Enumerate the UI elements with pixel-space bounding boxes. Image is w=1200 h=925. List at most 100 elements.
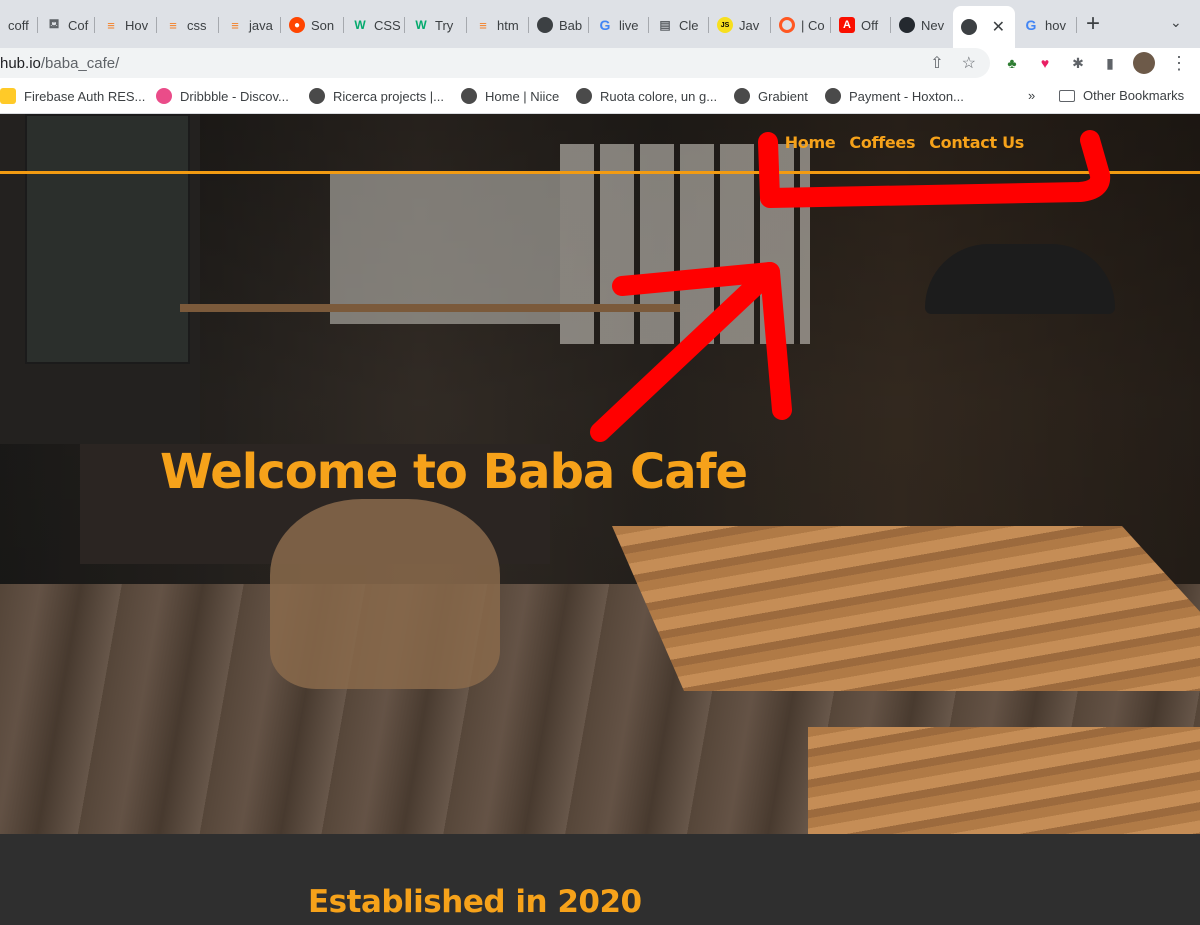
heart-extension-icon[interactable]: ♥ xyxy=(1034,52,1056,74)
bookmark-firebase[interactable]: Firebase Auth RES... xyxy=(0,88,145,104)
bookmark-label: Dribbble - Discov... xyxy=(180,88,289,104)
hand-icon xyxy=(0,88,16,104)
bookmark-grabient[interactable]: Grabient xyxy=(734,88,808,104)
bookmarks-overflow-button[interactable]: » xyxy=(1028,88,1035,103)
tab-nev[interactable]: Nev xyxy=(891,8,953,42)
tab-cof[interactable]: ⛾ Cof xyxy=(38,8,95,42)
url-field[interactable]: hub.io/baba_cafe/ ⇧ ☆ xyxy=(0,48,990,78)
tab-title: Bab xyxy=(559,17,583,33)
globe-icon xyxy=(309,88,325,104)
tab-coff[interactable]: coff xyxy=(0,8,38,42)
new-tab-icon[interactable]: + xyxy=(1086,12,1100,36)
js-icon: JS xyxy=(717,17,733,33)
bookmark-label: Home | Niice xyxy=(485,88,560,104)
menu-dots-icon[interactable]: ⋮ xyxy=(1168,52,1190,74)
tab-bab[interactable]: Bab xyxy=(529,8,589,42)
nav-contact-link[interactable]: Contact Us xyxy=(929,133,1024,152)
tab-java[interactable]: ≡ java xyxy=(219,8,281,42)
bookmark-label: Ruota colore, un g... xyxy=(600,88,718,104)
tab-title: Son xyxy=(311,17,335,33)
address-bar: hub.io/baba_cafe/ ⇧ ☆ ♣ ♥ ✱ ▮ ⋮ xyxy=(0,48,1200,78)
hero-title: Welcome to Baba Cafe xyxy=(160,444,748,500)
tab-title: coff xyxy=(8,17,29,33)
bookmark-label: Ricerca projects |... xyxy=(333,88,445,104)
bookmark-payment[interactable]: Payment - Hoxton... xyxy=(825,88,964,104)
adobe-icon: A xyxy=(839,17,855,33)
cup-icon: ⛾ xyxy=(48,16,60,31)
tab-live[interactable]: Glive xyxy=(589,8,649,42)
puzzle-extensions-icon[interactable]: ✱ xyxy=(1067,52,1089,74)
tree-extension-icon[interactable]: ♣ xyxy=(1001,52,1023,74)
tab-title: Off xyxy=(861,17,879,33)
bookmark-label: Payment - Hoxton... xyxy=(849,88,964,104)
tab-cle[interactable]: ▤ Cle xyxy=(649,8,709,42)
share-icon[interactable]: ⇧ xyxy=(930,53,943,73)
bookmark-ruota[interactable]: Ruota colore, un g... xyxy=(576,88,717,104)
tab-search-icon[interactable]: ⌄ xyxy=(1170,14,1182,31)
close-tab-icon[interactable]: ✕ xyxy=(992,17,1005,37)
google-icon: G xyxy=(1025,17,1037,33)
bookmark-niice[interactable]: Home | Niice xyxy=(461,88,559,104)
tab-htm[interactable]: ≡ htm xyxy=(467,8,529,42)
tab-title: Try xyxy=(435,17,454,33)
reddit-icon: ● xyxy=(289,17,305,33)
side-panel-icon[interactable]: ▮ xyxy=(1099,52,1121,74)
tab-jav[interactable]: JS Jav xyxy=(709,8,771,42)
profile-avatar[interactable] xyxy=(1133,52,1155,74)
tab-title: Cof xyxy=(68,17,89,33)
tab-title: java xyxy=(249,17,273,33)
globe-icon xyxy=(825,88,841,104)
site-nav: Home Coffees Contact Us xyxy=(0,114,1200,174)
tab-hov-google[interactable]: Ghov xyxy=(1015,8,1077,42)
tab-title: Jav xyxy=(739,17,760,33)
dribbble-icon xyxy=(156,88,172,104)
globe-icon xyxy=(576,88,592,104)
tab-css[interactable]: ≡ css xyxy=(157,8,219,42)
ring-icon xyxy=(779,17,795,33)
bookmark-label: Grabient xyxy=(758,88,808,104)
nav-coffees-link[interactable]: Coffees xyxy=(849,133,915,152)
tab-title: | Co xyxy=(801,17,825,33)
github-icon xyxy=(899,17,915,33)
tab-css-w3[interactable]: W CSS xyxy=(344,8,405,42)
about-section: Established in 2020 xyxy=(0,834,1200,925)
star-icon[interactable]: ☆ xyxy=(962,53,976,73)
tab-title: live xyxy=(619,17,639,33)
tab-hov[interactable]: ≡ Hov xyxy=(95,8,157,42)
w3schools-icon: W xyxy=(415,18,427,32)
bookmark-ricerca[interactable]: Ricerca projects |... xyxy=(309,88,444,104)
tab-title: htm xyxy=(497,17,519,33)
tab-title: hov xyxy=(1045,17,1066,33)
tab-title: CSS xyxy=(374,17,401,33)
tab-title: css xyxy=(187,17,207,33)
tab-son[interactable]: ● Son xyxy=(281,8,344,42)
other-bookmarks[interactable]: Other Bookmarks xyxy=(1059,88,1184,103)
stackoverflow-icon: ≡ xyxy=(479,17,487,33)
tab-try[interactable]: W Try xyxy=(405,8,467,42)
stackoverflow-icon: ≡ xyxy=(169,17,177,33)
bookmarks-bar: Firebase Auth RES... Dribbble - Discov..… xyxy=(0,78,1200,114)
tab-co[interactable]: | Co xyxy=(771,8,831,42)
section-title: Established in 2020 xyxy=(308,884,642,920)
nav-home-link[interactable]: Home xyxy=(785,133,836,152)
other-bookmarks-label: Other Bookmarks xyxy=(1083,88,1185,103)
globe-icon xyxy=(961,19,977,35)
folder-icon xyxy=(1059,89,1075,102)
stackoverflow-icon: ≡ xyxy=(231,17,239,33)
globe-icon xyxy=(734,88,750,104)
bookmark-dribbble[interactable]: Dribbble - Discov... xyxy=(156,88,289,104)
bookmark-label: Firebase Auth RES... xyxy=(24,88,146,104)
tab-active[interactable]: ✕ xyxy=(953,6,1015,48)
globe-icon xyxy=(461,88,477,104)
tab-strip: coff ⛾ Cof ≡ Hov ≡ css ≡ java ● Son W CSS W Try… xyxy=(0,0,1200,48)
w3schools-icon: W xyxy=(354,18,366,32)
url-host: hub.io xyxy=(0,54,41,72)
tab-title: Nev xyxy=(921,17,945,33)
url-path: /baba_cafe/ xyxy=(40,54,120,72)
globe-icon xyxy=(537,17,553,33)
tab-title: Cle xyxy=(679,17,699,33)
google-icon: G xyxy=(599,17,611,33)
page-icon: ▤ xyxy=(659,18,671,32)
tab-title: Hov xyxy=(125,17,149,33)
tab-off[interactable]: A Off xyxy=(831,8,891,42)
